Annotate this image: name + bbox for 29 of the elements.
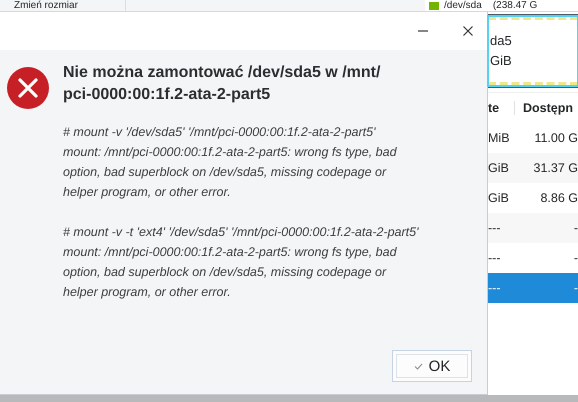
table-cell-text: ---	[488, 281, 502, 295]
error-icon	[6, 66, 50, 110]
table-cell-text: ---	[488, 221, 502, 235]
table-cell-text: 31.37 G	[532, 161, 578, 175]
table-cell-text: -	[572, 281, 578, 295]
table-cell-text: -	[572, 251, 578, 265]
table-cell-text: GiB	[488, 161, 510, 175]
table-cell-text: -	[572, 221, 578, 235]
error-message: # mount -v -t 'ext4' '/dev/sda5' '/mnt/pci-0000:00:1f.2-ata-2-part5' mount: /mnt/pci-0000:00:1f.2-ata-2-part5: wrong fs type, bad option, bad superblock on /dev/sda5, missing codepage or helper program, or other error.	[63, 224, 418, 301]
table-row[interactable]: --- -	[488, 273, 578, 303]
column-header[interactable]: te	[488, 101, 515, 115]
table-cell-text: MiB	[488, 131, 511, 145]
table-cell-text: 11.00 G	[533, 131, 578, 145]
error-message: # mount -v '/dev/sda5' '/mnt/pci-0000:00:1f.2-ata-2-part5' mount: /mnt/pci-0000:00:1f.2-ata-2-part5: wrong fs type, bad option, bad superblock on /dev/sda5, missing codepage or helper program, or other error.	[63, 124, 398, 201]
table-cell-text: 8.86 G	[539, 191, 578, 205]
table-row[interactable]: GiB 31.37 G	[488, 153, 578, 183]
ok-button[interactable]: OK	[392, 350, 472, 382]
partition-map[interactable]: da5 GiB	[488, 16, 578, 86]
close-icon[interactable]	[462, 25, 474, 37]
dialog-heading: Nie można zamontować /dev/sda5 w /mnt/ pci-0000:00:1f.2-ata-2-part5	[63, 63, 382, 105]
partition-size: GiB	[490, 52, 512, 70]
table-cell-text: ---	[488, 251, 502, 265]
device-name: /dev/sda	[444, 0, 482, 11]
partition-name: da5	[490, 32, 512, 50]
check-icon	[414, 362, 423, 370]
column-header[interactable]: Dostępn	[523, 101, 573, 115]
table-row[interactable]: --- -	[488, 213, 578, 243]
device-size: (238.47 G	[492, 0, 538, 11]
table-cell-text: GiB	[488, 191, 510, 205]
